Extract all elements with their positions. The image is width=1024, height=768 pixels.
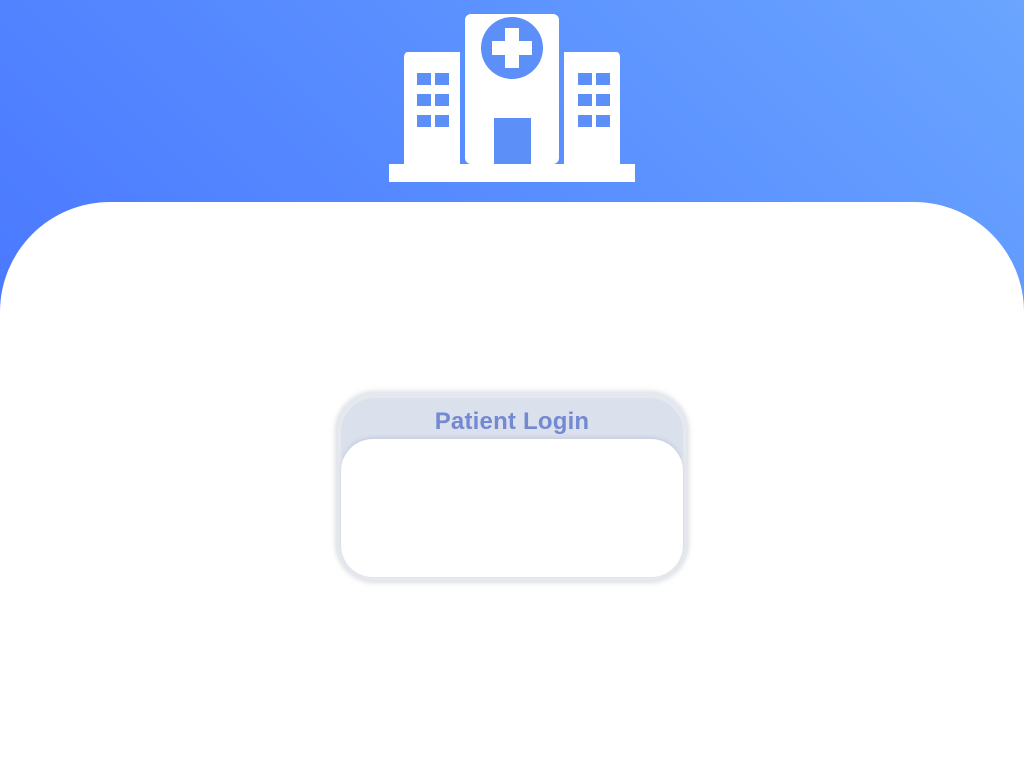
patient-login-screen: Patient Login (0, 0, 1024, 768)
hospital-icon (389, 14, 635, 182)
login-form-area (341, 439, 683, 577)
login-card: Patient Login (337, 393, 687, 581)
login-title: Patient Login (434, 408, 590, 435)
